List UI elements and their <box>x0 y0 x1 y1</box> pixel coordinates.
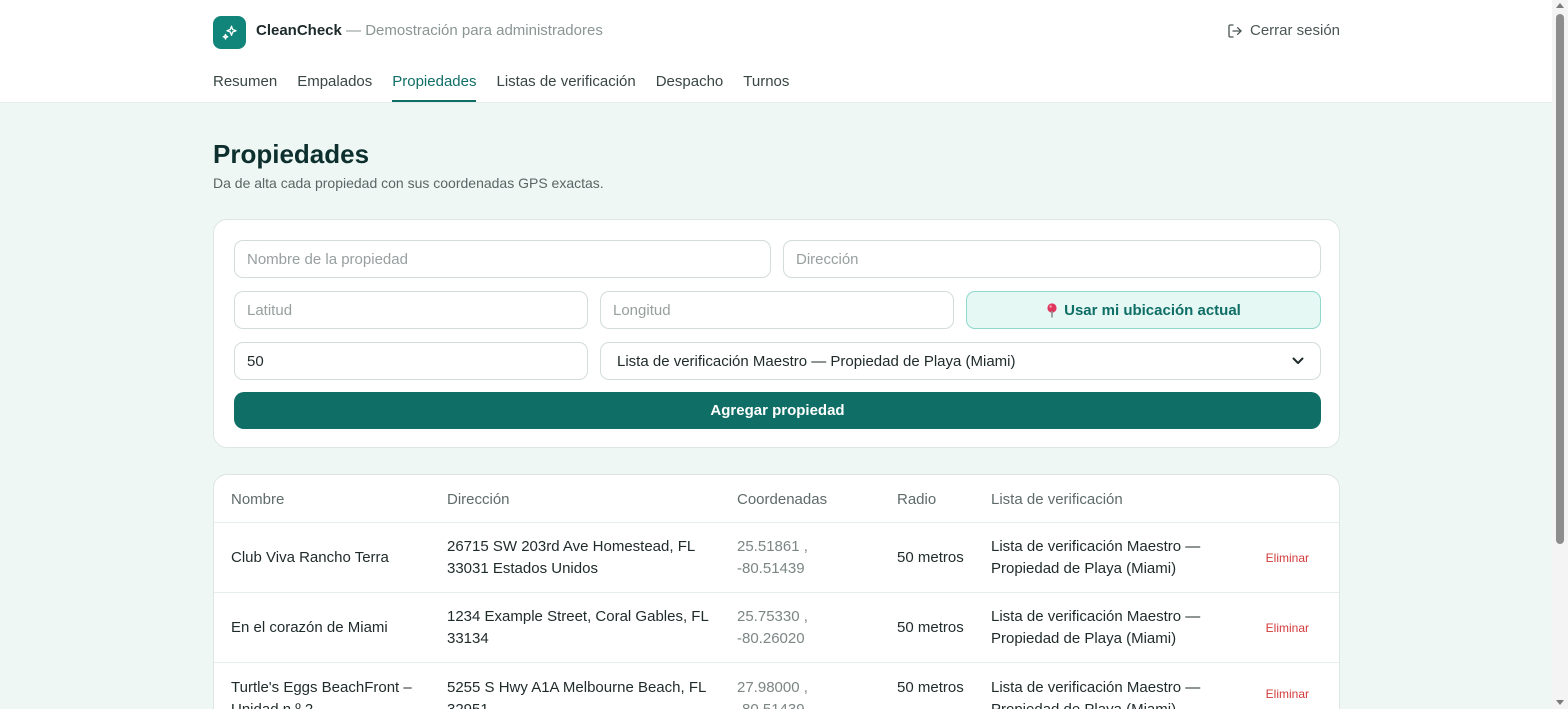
column-header-radius: Radio <box>897 491 937 508</box>
row-checklist: Lista de verificación Maestro — Propieda… <box>991 537 1201 577</box>
column-header-address: Dirección <box>447 491 510 508</box>
chevron-down-icon <box>1292 357 1304 364</box>
row-radius: 50 metros <box>897 679 964 696</box>
table-row: Club Viva Rancho Terra 26715 SW 203rd Av… <box>214 523 1339 593</box>
property-name-input[interactable] <box>234 240 771 278</box>
column-header-checklist: Lista de verificación <box>991 491 1123 508</box>
add-property-button[interactable]: Agregar propiedad <box>234 392 1321 429</box>
radius-input[interactable] <box>234 342 588 380</box>
row-name: Turtle's Eggs BeachFront – Unidad n.º 2 <box>231 679 412 709</box>
row-name: En el corazón de Miami <box>231 618 388 636</box>
app-subtitle: — Demostración para administradores <box>341 22 603 39</box>
logout-icon <box>1228 23 1242 38</box>
row-radius: 50 metros <box>897 548 964 566</box>
tab-propiedades[interactable]: Propiedades <box>392 73 477 102</box>
main-nav: Resumen Empalados Propiedades Listas de … <box>213 73 789 102</box>
column-header-coordinates: Coordenadas <box>737 491 828 508</box>
address-input[interactable] <box>783 240 1321 278</box>
table-row: En el corazón de Miami 1234 Example Stre… <box>214 593 1339 663</box>
tab-listas-de-verificacion[interactable]: Listas de verificación <box>496 73 635 102</box>
tab-resumen[interactable]: Resumen <box>213 73 277 102</box>
latitude-input[interactable] <box>234 291 588 329</box>
delete-button[interactable]: Eliminar <box>1266 551 1309 565</box>
tab-turnos[interactable]: Turnos <box>743 73 789 102</box>
checklist-select[interactable]: Lista de verificación Maestro — Propieda… <box>600 342 1321 380</box>
row-coordinates: 25.51861 , -80.51439 <box>737 537 808 577</box>
tab-despacho[interactable]: Despacho <box>656 73 724 102</box>
row-address: 1234 Example Street, Coral Gables, FL 33… <box>447 607 709 647</box>
app-name: CleanCheck <box>256 22 342 39</box>
row-coordinates: 27.98000 , -80.51439 <box>737 679 808 709</box>
longitude-input[interactable] <box>600 291 954 329</box>
scroll-up-arrow-icon[interactable] <box>1556 3 1564 8</box>
map-pin-icon <box>1047 302 1057 317</box>
logout-label: Cerrar sesión <box>1250 22 1341 39</box>
page-title: Propiedades <box>213 139 370 169</box>
top-bar: CleanCheck — Demostración para administr… <box>0 0 1552 103</box>
row-name: Club Viva Rancho Terra <box>231 548 389 566</box>
page-subtitle: Da de alta cada propiedad con sus coorde… <box>213 175 604 191</box>
page-scrollbar[interactable] <box>1552 0 1568 709</box>
row-address: 5255 S Hwy A1A Melbourne Beach, FL 32951 <box>447 679 706 709</box>
add-property-form: Usar mi ubicación actual Lista de verifi… <box>213 219 1340 448</box>
delete-button[interactable]: Eliminar <box>1266 687 1309 701</box>
logout-button[interactable]: Cerrar sesión <box>1227 22 1340 39</box>
delete-button[interactable]: Eliminar <box>1266 621 1309 635</box>
app-logo[interactable] <box>213 16 246 49</box>
row-coordinates: 25.75330 , -80.26020 <box>737 607 808 647</box>
column-header-name: Nombre <box>231 491 285 508</box>
brand: CleanCheck — Demostración para administr… <box>256 22 603 39</box>
scroll-down-arrow-icon[interactable] <box>1556 700 1564 705</box>
use-current-location-label: Usar mi ubicación actual <box>1064 301 1241 319</box>
checklist-select-value: Lista de verificación Maestro — Propieda… <box>617 352 1016 370</box>
table-row: Turtle's Eggs BeachFront – Unidad n.º 2 … <box>214 663 1339 709</box>
sparkle-icon <box>222 25 237 40</box>
row-checklist: Lista de verificación Maestro — Propieda… <box>991 679 1201 709</box>
tab-empalados[interactable]: Empalados <box>297 73 372 102</box>
row-address: 26715 SW 203rd Ave Homestead, FL 33031 E… <box>447 537 695 577</box>
properties-table: Nombre Dirección Coordenadas Radio Lista… <box>213 474 1340 709</box>
use-current-location-button[interactable]: Usar mi ubicación actual <box>966 291 1321 329</box>
row-checklist: Lista de verificación Maestro — Propieda… <box>991 607 1201 647</box>
scrollbar-thumb[interactable] <box>1556 14 1564 544</box>
row-radius: 50 metros <box>897 618 964 636</box>
